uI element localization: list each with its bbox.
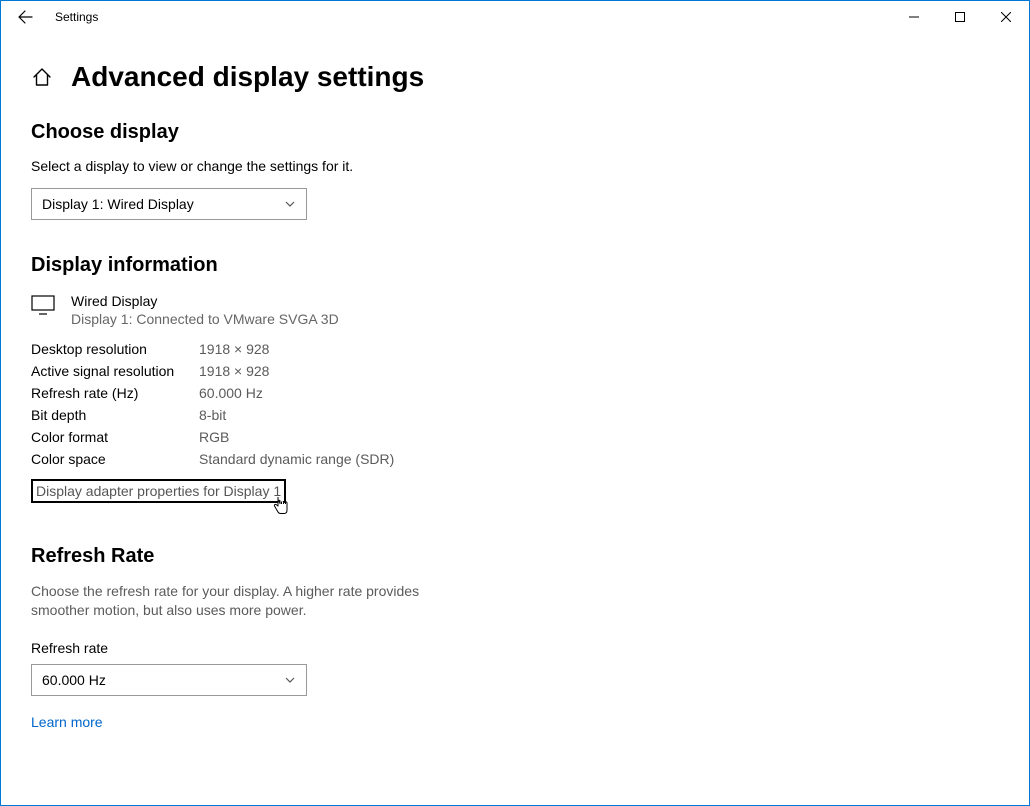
display-info-heading: Display information: [31, 254, 999, 277]
info-table: Desktop resolution1918 × 928 Active sign…: [31, 341, 999, 467]
info-row: Color spaceStandard dynamic range (SDR): [31, 451, 999, 467]
info-row: Desktop resolution1918 × 928: [31, 341, 999, 357]
home-button[interactable]: [31, 66, 53, 88]
info-key: Color space: [31, 451, 199, 467]
info-key: Refresh rate (Hz): [31, 385, 199, 401]
info-val: 1918 × 928: [199, 363, 269, 379]
info-val: RGB: [199, 429, 229, 445]
titlebar: Settings: [1, 1, 1029, 33]
learn-more-link[interactable]: Learn more: [31, 714, 103, 730]
window-title: Settings: [55, 10, 891, 24]
display-select-value: Display 1: Wired Display: [42, 196, 194, 212]
choose-display-heading: Choose display: [31, 121, 999, 144]
minimize-button[interactable]: [891, 1, 937, 33]
info-val: 1918 × 928: [199, 341, 269, 357]
choose-display-desc: Select a display to view or change the s…: [31, 158, 999, 174]
back-arrow-icon: [17, 9, 33, 25]
info-key: Bit depth: [31, 407, 199, 423]
info-key: Color format: [31, 429, 199, 445]
cursor-pointer-icon: [272, 495, 290, 515]
maximize-button[interactable]: [937, 1, 983, 33]
device-name: Wired Display: [71, 293, 339, 309]
info-row: Active signal resolution1918 × 928: [31, 363, 999, 379]
info-val: 8-bit: [199, 407, 226, 423]
chevron-down-icon: [284, 198, 296, 210]
close-icon: [1001, 12, 1011, 22]
refresh-rate-label: Refresh rate: [31, 640, 999, 656]
adapter-link-label: Display adapter properties for Display 1: [36, 483, 281, 499]
refresh-rate-desc: Choose the refresh rate for your display…: [31, 582, 451, 620]
info-key: Desktop resolution: [31, 341, 199, 357]
home-icon: [31, 66, 53, 88]
info-key: Active signal resolution: [31, 363, 199, 379]
refresh-rate-select[interactable]: 60.000 Hz: [31, 664, 307, 696]
info-val: Standard dynamic range (SDR): [199, 451, 394, 467]
minimize-icon: [909, 12, 919, 22]
chevron-down-icon: [284, 674, 296, 686]
adapter-properties-link[interactable]: Display adapter properties for Display 1: [31, 479, 286, 503]
refresh-rate-heading: Refresh Rate: [31, 545, 999, 568]
monitor-icon: [31, 293, 67, 320]
refresh-rate-value: 60.000 Hz: [42, 672, 106, 688]
info-val: 60.000 Hz: [199, 385, 263, 401]
maximize-icon: [955, 12, 965, 22]
close-button[interactable]: [983, 1, 1029, 33]
info-row: Color formatRGB: [31, 429, 999, 445]
device-sub: Display 1: Connected to VMware SVGA 3D: [71, 311, 339, 327]
display-select[interactable]: Display 1: Wired Display: [31, 188, 307, 220]
back-button[interactable]: [1, 1, 49, 33]
info-row: Bit depth8-bit: [31, 407, 999, 423]
info-row: Refresh rate (Hz)60.000 Hz: [31, 385, 999, 401]
page-title: Advanced display settings: [71, 61, 424, 93]
